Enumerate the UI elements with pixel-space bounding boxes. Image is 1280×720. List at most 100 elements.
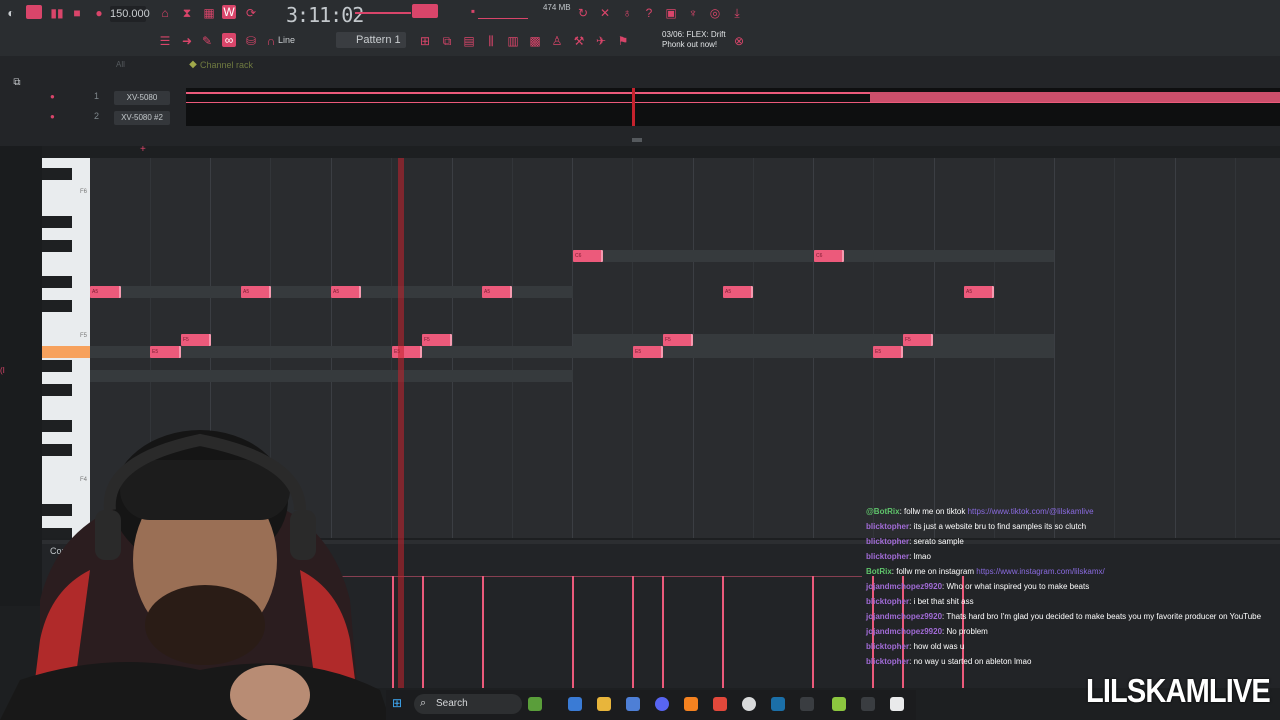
widget-icon[interactable] — [528, 697, 542, 711]
discord-icon[interactable] — [655, 697, 669, 711]
splitter-handle[interactable] — [632, 138, 642, 142]
velocity-bar[interactable] — [722, 576, 724, 688]
velocity-bar[interactable] — [392, 576, 394, 688]
pencil-icon[interactable]: ✎ — [200, 34, 214, 48]
velocity-bar[interactable] — [422, 576, 424, 688]
tempo-display[interactable]: 150.000 — [110, 6, 150, 22]
note-a5[interactable]: A5 — [723, 286, 753, 298]
snap-selector[interactable]: Line — [278, 35, 295, 45]
record-icon[interactable]: ● — [92, 6, 106, 20]
velocity-bar[interactable] — [482, 576, 484, 688]
chat-link[interactable]: https://www.tiktok.com/@lilskamlive — [968, 507, 1094, 516]
velocity-bar[interactable] — [812, 576, 814, 688]
chat-text: : how old was u — [909, 642, 965, 651]
black-key[interactable] — [42, 168, 72, 180]
playhead[interactable] — [398, 158, 404, 688]
channel-name-button[interactable]: XV-5080 — [114, 91, 170, 105]
note-f5[interactable]: F5 — [422, 334, 452, 346]
project-icon[interactable]: ✈ — [594, 34, 608, 48]
note-f5[interactable]: F5 — [181, 334, 211, 346]
mute-icon[interactable]: ● — [50, 112, 55, 121]
mic-icon[interactable]: ♁ — [620, 6, 634, 20]
velocity-bar[interactable] — [662, 576, 664, 688]
velocity-bar[interactable] — [572, 576, 574, 688]
metronome-icon[interactable]: ⌂ — [158, 6, 172, 20]
song-mode-button[interactable] — [26, 5, 42, 19]
mixer-icon[interactable]: ⫼ — [484, 34, 498, 48]
taskbar-search[interactable]: Search — [414, 694, 522, 714]
download-icon[interactable]: ⤓ — [730, 6, 744, 20]
copilot-icon[interactable] — [568, 697, 582, 711]
chat-icon[interactable]: ◎ — [708, 6, 722, 20]
chat-link[interactable]: https://www.instagram.com/lilskamx/ — [976, 567, 1104, 576]
note-a5[interactable]: A5 — [964, 286, 994, 298]
note-a5[interactable]: A5 — [241, 286, 271, 298]
note-e5[interactable]: E5 — [633, 346, 663, 358]
browser-icon[interactable]: ▥ — [506, 34, 520, 48]
wait-icon[interactable]: ⧗ — [180, 6, 194, 20]
note-e5[interactable]: E5 — [392, 346, 422, 358]
black-key[interactable] — [42, 384, 72, 396]
channel-piano-preview[interactable] — [186, 88, 1280, 126]
flag-icon[interactable]: ⚑ — [616, 34, 630, 48]
note-c6[interactable]: C6 — [573, 250, 603, 262]
add-channel-icon[interactable]: + — [140, 144, 146, 155]
file-explorer-icon[interactable] — [597, 697, 611, 711]
black-key[interactable] — [42, 240, 72, 252]
cut-icon[interactable]: ✕ — [598, 6, 612, 20]
fl-studio-icon[interactable] — [684, 697, 698, 711]
note-e5[interactable]: E5 — [150, 346, 181, 358]
channel-rack-icon[interactable]: ▤ — [462, 34, 476, 48]
obs-icon[interactable] — [890, 697, 904, 711]
arrow-right-icon[interactable]: ➜ — [180, 34, 194, 48]
steam-icon[interactable] — [771, 697, 785, 711]
stop-icon[interactable]: ■ — [70, 6, 84, 20]
pattern-selector[interactable]: Pattern 1 — [336, 32, 406, 48]
news-ticker[interactable]: 03/06: FLEX: Drift Phonk out now! — [662, 30, 742, 50]
play-icon[interactable]: ▮▮ — [50, 6, 64, 20]
channel-name-button[interactable]: XV-5080 #2 — [114, 111, 170, 125]
piano-roll-icon[interactable]: ⧉ — [440, 34, 454, 48]
velocity-bar[interactable] — [632, 576, 634, 688]
chrome-icon[interactable] — [742, 697, 756, 711]
highlighted-key[interactable] — [42, 346, 90, 358]
fl-logo-icon[interactable]: ◐ — [4, 6, 18, 20]
link-icon[interactable]: ∞ — [222, 33, 236, 47]
windows-start-icon[interactable]: ⊞ — [392, 697, 404, 709]
app-icon[interactable] — [800, 697, 814, 711]
master-volume-slider[interactable] — [355, 12, 411, 14]
store-icon[interactable] — [626, 697, 640, 711]
stamp-icon[interactable]: ⛁ — [244, 34, 258, 48]
channel-filter[interactable]: All — [116, 60, 125, 69]
plugin-database-icon[interactable]: ▩ — [528, 34, 542, 48]
black-key[interactable] — [42, 276, 72, 288]
bluestacks-icon[interactable] — [832, 697, 846, 711]
note-a5[interactable]: A5 — [90, 286, 121, 298]
magnet-icon[interactable]: ∩ — [264, 34, 278, 48]
brave-icon[interactable] — [713, 697, 727, 711]
note-a5[interactable]: A5 — [482, 286, 512, 298]
note-f5[interactable]: F5 — [903, 334, 933, 346]
loop-record-icon[interactable]: ⟳ — [244, 6, 258, 20]
undo-icon[interactable]: ↻ — [576, 6, 590, 20]
close-news-icon[interactable]: ⊗ — [732, 34, 746, 48]
touch-keyboard-icon[interactable]: ♙ — [550, 34, 564, 48]
note-c6[interactable]: C6 — [814, 250, 844, 262]
black-key[interactable] — [42, 216, 72, 228]
countdown-icon[interactable]: ▦ — [202, 6, 216, 20]
black-key[interactable] — [42, 300, 72, 312]
mute-icon[interactable]: ● — [50, 92, 55, 101]
playlist-icon[interactable]: ☰ — [158, 34, 172, 48]
tool-icon[interactable]: ⚒ — [572, 34, 586, 48]
black-key[interactable] — [42, 360, 72, 372]
note-a5[interactable]: A5 — [331, 286, 361, 298]
video-app-icon[interactable] — [861, 697, 875, 711]
picker-icon[interactable]: ⊞ — [418, 34, 432, 48]
blend-notes-icon[interactable]: W — [222, 5, 236, 19]
plugin-icon[interactable]: ♆ — [686, 6, 700, 20]
help-icon[interactable]: ? — [642, 6, 656, 20]
window-icon[interactable]: ⧉ — [10, 76, 24, 90]
note-f5[interactable]: F5 — [663, 334, 693, 346]
save-icon[interactable]: ▣ — [664, 6, 678, 20]
note-e5[interactable]: E5 — [873, 346, 903, 358]
